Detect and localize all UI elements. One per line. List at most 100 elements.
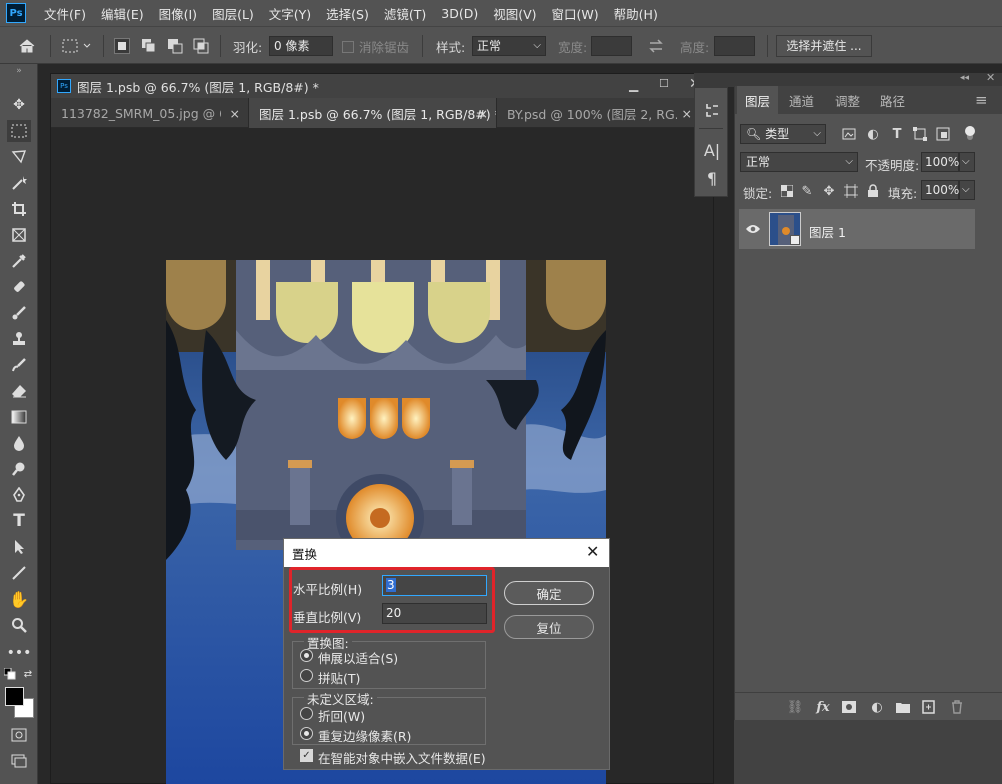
paragraph-panel-icon[interactable]: ¶ [704, 169, 720, 188]
menu-window[interactable]: 窗口(W) [552, 4, 599, 23]
lock-image-icon[interactable]: ✎ [799, 183, 815, 199]
type-tool-icon[interactable]: T [7, 510, 31, 532]
filter-smart-object-icon[interactable] [935, 126, 951, 142]
gradient-tool-icon[interactable] [7, 406, 31, 428]
embed-checkbox[interactable]: ✓ [300, 749, 313, 762]
new-adjustment-layer-icon[interactable]: ◐ [869, 699, 885, 715]
dodge-tool-icon[interactable] [7, 458, 31, 480]
link-layers-icon[interactable]: ⛓ [787, 699, 804, 715]
tab-layers[interactable]: 图层 [737, 86, 779, 114]
tab-by-psd[interactable]: BY.psd @ 100% (图层 2, RG... × [497, 98, 713, 128]
select-and-mask-button[interactable]: 选择并遮住 ... [776, 35, 872, 57]
history-brush-tool-icon[interactable] [7, 354, 31, 376]
new-layer-icon[interactable] [921, 699, 937, 715]
menu-layer[interactable]: 图层(L) [212, 4, 254, 23]
filter-adjustment-icon[interactable]: ◐ [865, 126, 881, 142]
swap-icon[interactable] [648, 27, 664, 65]
horizontal-scale-input[interactable]: 3 [382, 575, 487, 596]
move-tool-icon[interactable]: ✥ [7, 94, 31, 116]
path-selection-tool-icon[interactable] [7, 536, 31, 558]
dialog-title-bar[interactable]: 置换 ✕ [284, 539, 609, 567]
tab-close-icon[interactable]: × [230, 106, 240, 121]
blur-tool-icon[interactable] [7, 432, 31, 454]
swap-colors-icon[interactable]: ⇄ [22, 668, 34, 680]
subtract-selection-icon[interactable] [167, 38, 183, 54]
foreground-color-swatch[interactable] [5, 687, 24, 706]
menu-image[interactable]: 图像(I) [159, 4, 197, 23]
screen-mode-icon[interactable] [7, 750, 31, 772]
menu-type[interactable]: 文字(Y) [269, 4, 311, 23]
eye-visibility-icon[interactable] [745, 221, 761, 237]
new-selection-icon[interactable] [114, 38, 130, 54]
more-tools-icon[interactable]: ••• [7, 642, 32, 664]
default-colors-icon[interactable] [4, 668, 16, 680]
healing-brush-tool-icon[interactable] [7, 276, 31, 298]
tab-adjustments[interactable]: 调整 [835, 86, 860, 114]
magic-wand-tool-icon[interactable] [7, 172, 31, 194]
lock-artboard-icon[interactable] [843, 183, 859, 199]
menu-view[interactable]: 视图(V) [493, 4, 536, 23]
tab-channels[interactable]: 通道 [789, 86, 814, 114]
vertical-scale-input[interactable]: 20 [382, 603, 487, 624]
add-mask-icon[interactable] [841, 699, 857, 715]
menu-select[interactable]: 选择(S) [326, 4, 369, 23]
filter-toggle-switch[interactable] [963, 126, 977, 142]
filter-type-icon[interactable]: T [889, 126, 905, 142]
filter-pixel-icon[interactable] [841, 126, 857, 142]
menu-file[interactable]: 文件(F) [44, 4, 86, 23]
tab-paths[interactable]: 路径 [880, 86, 905, 114]
pen-tool-icon[interactable] [7, 484, 31, 506]
lock-position-icon[interactable]: ✥ [821, 183, 837, 199]
marquee-preset-icon[interactable] [62, 27, 92, 65]
home-icon[interactable] [18, 27, 36, 65]
delete-layer-icon[interactable] [949, 699, 965, 715]
blend-mode-select[interactable]: 正常 ⌵ [740, 152, 858, 172]
style-select[interactable]: 正常 ⌵ [472, 36, 546, 56]
new-group-icon[interactable] [895, 699, 911, 715]
lock-all-icon[interactable] [865, 183, 881, 199]
menu-3d[interactable]: 3D(D) [441, 6, 478, 21]
zoom-tool-icon[interactable] [7, 614, 31, 636]
maximize-icon[interactable]: ☐ [659, 77, 669, 90]
line-tool-icon[interactable] [7, 562, 31, 584]
rectangular-marquee-tool-icon[interactable] [7, 120, 31, 142]
fill-input[interactable]: 100% [921, 180, 959, 200]
menu-help[interactable]: 帮助(H) [614, 4, 658, 23]
menu-filter[interactable]: 滤镜(T) [384, 4, 426, 23]
tab-113782[interactable]: 113782_SMRM_05.jpg @ 6... × [51, 98, 249, 128]
hand-tool-icon[interactable]: ✋ [7, 588, 31, 610]
antialias-checkbox[interactable] [342, 41, 354, 53]
document-title-bar[interactable]: Ps 图层 1.psb @ 66.7% (图层 1, RGB/8#) * ▁ ☐… [51, 74, 713, 98]
fill-chevron-icon[interactable]: ⌵ [959, 180, 975, 200]
tab-close-icon[interactable]: × [478, 106, 488, 121]
lasso-tool-icon[interactable] [7, 146, 31, 168]
collapse-arrows-icon[interactable]: » [7, 66, 31, 76]
eyedropper-tool-icon[interactable] [7, 250, 31, 272]
dialog-close-icon[interactable]: ✕ [586, 542, 599, 561]
stamp-tool-icon[interactable] [7, 328, 31, 350]
lock-transparent-icon[interactable] [779, 183, 795, 199]
filter-shape-icon[interactable] [912, 126, 928, 142]
reset-button[interactable]: 复位 [504, 615, 594, 639]
minimize-icon[interactable]: ▁ [629, 78, 638, 92]
brush-tool-icon[interactable] [7, 302, 31, 324]
ok-button[interactable]: 确定 [504, 581, 594, 605]
intersect-selection-icon[interactable] [193, 38, 209, 54]
stretch-to-fit-radio[interactable] [300, 649, 313, 662]
tab-close-icon[interactable]: × [682, 106, 692, 121]
collapse-panels-icon[interactable]: ◂◂ [960, 73, 969, 83]
close-panels-icon[interactable]: ✕ [986, 71, 995, 84]
tile-radio[interactable] [300, 669, 313, 682]
add-selection-icon[interactable] [141, 38, 157, 54]
crop-tool-icon[interactable] [7, 198, 31, 220]
opacity-input[interactable]: 100% [921, 152, 959, 172]
height-input[interactable] [714, 36, 755, 56]
width-input[interactable] [591, 36, 632, 56]
wrap-around-radio[interactable] [300, 707, 313, 720]
tab-layer1-psb[interactable]: 图层 1.psb @ 66.7% (图层 1, RGB/8#) * × [249, 98, 497, 128]
eraser-tool-icon[interactable] [7, 380, 31, 402]
layer-style-fx-icon[interactable]: fx [815, 699, 831, 715]
history-panel-icon[interactable] [704, 102, 720, 118]
frame-tool-icon[interactable] [7, 224, 31, 246]
layer-row[interactable]: 图层 1 [739, 209, 975, 249]
